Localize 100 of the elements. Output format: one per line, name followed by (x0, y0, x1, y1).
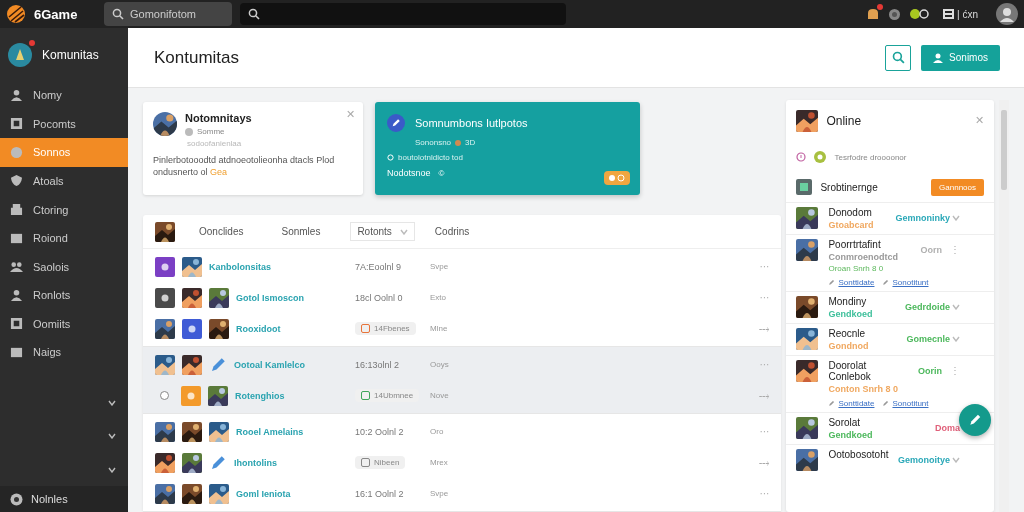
chat-icon (814, 151, 827, 163)
join-button[interactable]: Gannnoos (931, 178, 984, 196)
search-icon (891, 51, 905, 64)
table-cell-text: Svpe (430, 262, 450, 271)
status-text: | ćxn (957, 8, 978, 20)
column-dropdown[interactable]: Rotonts (350, 222, 415, 241)
sidebar-footer[interactable]: Nolnles (0, 486, 128, 512)
community-link[interactable]: Ihontolins (234, 457, 277, 468)
sidebar-item[interactable]: Roiond (0, 223, 128, 253)
group-icon (796, 179, 813, 195)
column-header: Oonclides (199, 226, 245, 237)
row-action-button[interactable]: ··· (759, 261, 770, 272)
search-field[interactable]: Gomonifotom (104, 2, 232, 26)
chevron-icon (108, 466, 116, 473)
table-cell-text: Nove (430, 391, 450, 400)
shield-icon (10, 174, 23, 188)
users-icon (10, 260, 23, 274)
member-link[interactable]: Sonttidate (838, 399, 875, 408)
feature-tag: 3D (465, 138, 476, 147)
box-icon (10, 345, 23, 359)
row-action-button[interactable]: ⤏ (759, 389, 770, 402)
chevron-icon (108, 433, 116, 440)
member-item[interactable]: Reocnle Gondnod Gomecnle (786, 323, 994, 355)
member-status: Gendkoed (828, 309, 874, 319)
status-icon[interactable] (909, 8, 930, 20)
user-icon (933, 52, 944, 63)
radio-button[interactable] (160, 391, 169, 400)
circle-icon[interactable] (888, 7, 902, 21)
search-button[interactable] (885, 44, 912, 71)
community-link[interactable]: Ootoal Kamlelco (234, 359, 305, 370)
community-link[interactable]: Rotenghios (235, 390, 285, 401)
sidebar-item[interactable]: Nomy (0, 81, 128, 110)
sidebar-item[interactable]: Sonnos (0, 138, 128, 167)
row-action-button[interactable]: ⤏ (759, 456, 770, 469)
notice-text: Tesrfodre droooonor (834, 152, 907, 162)
sidebar-item[interactable]: Ctoring (0, 195, 128, 224)
member-item[interactable]: Ootobosotoht Gemonoitye (786, 444, 994, 475)
table-cell-text: Ooys (430, 360, 450, 369)
community-link[interactable]: Gotol Ismoscon (236, 292, 304, 303)
chevron-icon (108, 399, 116, 406)
group-name: Srobtinernge (820, 181, 878, 193)
dot-icon (455, 139, 462, 146)
column-header: Sonmles (281, 226, 322, 237)
toggle-icon[interactable] (604, 171, 630, 185)
table-cell-text: Svpe (430, 489, 450, 498)
notification-icon[interactable] (866, 7, 881, 21)
member-action[interactable]: Doma (935, 423, 960, 433)
member-link[interactable]: Sonttidate (838, 278, 875, 287)
row-action-button[interactable]: ⤏ (759, 322, 770, 335)
member-action[interactable]: Gemnoninky (895, 213, 960, 223)
community-avatar (8, 42, 32, 67)
community-link[interactable]: Rooel Amelains (236, 426, 304, 437)
chevron-icon (952, 336, 960, 342)
community-link[interactable]: Goml Ieniota (236, 488, 291, 499)
panel-title: Online (826, 114, 862, 128)
kebab-button[interactable]: ⋮ (950, 364, 960, 376)
community-title: Komunitas (42, 47, 99, 62)
member-action[interactable]: Oorn (920, 245, 942, 255)
avatar[interactable] (996, 3, 1018, 25)
sidebar-item[interactable]: Naigs (0, 337, 128, 367)
member-action[interactable]: Oorin (918, 366, 942, 376)
member-name: Donodom (828, 207, 873, 218)
edit-button[interactable] (959, 404, 991, 436)
sidebar-item[interactable]: Saolois (0, 252, 128, 281)
sidebar-item[interactable]: Oomiits (0, 309, 128, 338)
member-detail: Oroan Snrh 8 0 (828, 264, 885, 273)
ring-icon (387, 154, 394, 161)
logo-icon (6, 4, 26, 24)
member-status: Conmroenodtcd (828, 252, 899, 262)
sidebar-item[interactable]: Ronlots (0, 280, 128, 310)
scrollbar[interactable] (1001, 110, 1007, 190)
kebab-button[interactable]: ⋮ (950, 243, 960, 255)
chevron-icon (952, 457, 960, 463)
row-action-button[interactable]: ··· (759, 426, 770, 437)
primary-button[interactable]: Sonimos (921, 44, 1000, 71)
member-action[interactable]: Gomecnle (906, 334, 960, 344)
member-name: Reocnle (828, 328, 867, 339)
close-button[interactable]: ✕ (975, 114, 984, 127)
user-icon (10, 88, 23, 102)
row-action-button[interactable]: ··· (759, 359, 770, 370)
member-name: Ootobosotoht (828, 449, 890, 460)
sidebar-item[interactable]: Pocomts (0, 109, 128, 139)
member-item[interactable]: Poorrtrtafint Conmroenodtcd Oroan Snrh 8 0 Oorn ⋮ Sonttidate Sonotitunt (786, 234, 994, 291)
member-item[interactable]: Donodom Gtoabcard Gemnoninky (786, 202, 994, 234)
tag-chip: Nibeen (355, 456, 406, 469)
community-link[interactable]: Rooxidoot (236, 323, 281, 334)
search-icon (112, 8, 124, 20)
row-action-button[interactable]: ··· (759, 292, 770, 303)
sidebar-item[interactable]: Atoals (0, 166, 128, 196)
member-item[interactable]: Mondiny Gendkoed Gedrdoide (786, 291, 994, 323)
member-action[interactable]: Gemonoitye (898, 455, 960, 465)
member-action[interactable]: Gedrdoide (905, 302, 960, 312)
community-link[interactable]: Kanbolonsitas (209, 261, 271, 272)
feature-footer: Nodotsnoe (387, 168, 431, 178)
pin-icon (828, 400, 836, 407)
grid-icon[interactable] (943, 9, 955, 19)
close-button[interactable]: ✕ (346, 108, 355, 121)
row-action-button[interactable]: ··· (759, 488, 770, 499)
member-link[interactable]: Sonotitunt (892, 278, 929, 287)
member-link[interactable]: Sonotitunt (892, 399, 929, 408)
